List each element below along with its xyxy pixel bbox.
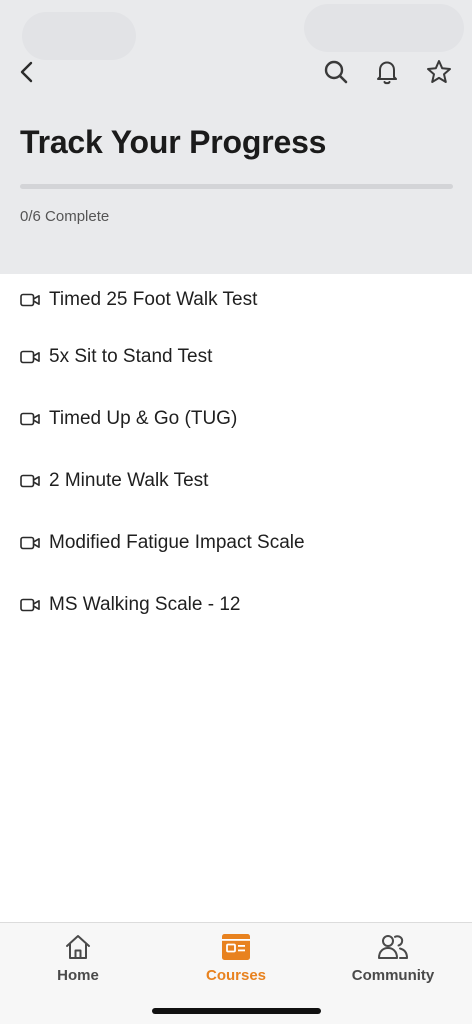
lesson-item[interactable]: Timed Up & Go (TUG) — [0, 388, 472, 450]
video-icon — [20, 293, 40, 307]
video-icon — [20, 536, 40, 550]
lesson-label: Timed 25 Foot Walk Test — [49, 289, 258, 310]
lesson-item[interactable]: MS Walking Scale - 12 — [0, 574, 472, 636]
star-icon — [427, 60, 451, 83]
tab-courses-label: Courses — [205, 967, 267, 984]
lesson-label: Modified Fatigue Impact Scale — [49, 532, 305, 553]
courses-icon — [220, 931, 252, 963]
tab-community[interactable]: Community — [318, 931, 468, 991]
lesson-item[interactable]: 5x Sit to Stand Test — [0, 326, 472, 388]
lesson-item[interactable]: Timed 25 Foot Walk Test — [0, 274, 472, 326]
lesson-item[interactable]: 2 Minute Walk Test — [0, 450, 472, 512]
chevron-left-icon — [20, 61, 33, 83]
tab-home-label: Home — [57, 967, 99, 984]
back-button[interactable] — [10, 55, 44, 89]
home-icon — [62, 931, 94, 963]
video-icon — [20, 598, 40, 612]
lesson-label: Timed Up & Go (TUG) — [49, 408, 238, 429]
status-bar-left-area — [22, 12, 136, 60]
search-button[interactable] — [319, 55, 353, 89]
bell-icon — [377, 61, 397, 85]
course-progress-bar — [20, 184, 453, 189]
community-icon — [377, 931, 409, 963]
search-icon — [324, 60, 348, 84]
home-indicator — [152, 1008, 321, 1014]
notifications-button[interactable] — [370, 55, 404, 89]
lesson-list: Timed 25 Foot Walk Test 5x Sit to Stand … — [0, 274, 472, 636]
progress-status-text: 0/6 Complete — [20, 208, 110, 225]
page-title: Track Your Progress — [20, 124, 327, 160]
favorite-button[interactable] — [422, 55, 456, 89]
tab-community-label: Community — [351, 967, 435, 984]
course-header: Track Your Progress 0/6 Complete — [0, 0, 472, 274]
video-icon — [20, 412, 40, 426]
video-icon — [20, 474, 40, 488]
lesson-item[interactable]: Modified Fatigue Impact Scale — [0, 512, 472, 574]
tab-courses[interactable]: Courses — [161, 931, 311, 991]
lesson-label: 5x Sit to Stand Test — [49, 346, 213, 367]
status-bar-right-area — [304, 4, 464, 52]
tab-home[interactable]: Home — [3, 931, 153, 991]
lesson-label: 2 Minute Walk Test — [49, 470, 209, 491]
lesson-label: MS Walking Scale - 12 — [49, 594, 241, 615]
video-icon — [20, 350, 40, 364]
